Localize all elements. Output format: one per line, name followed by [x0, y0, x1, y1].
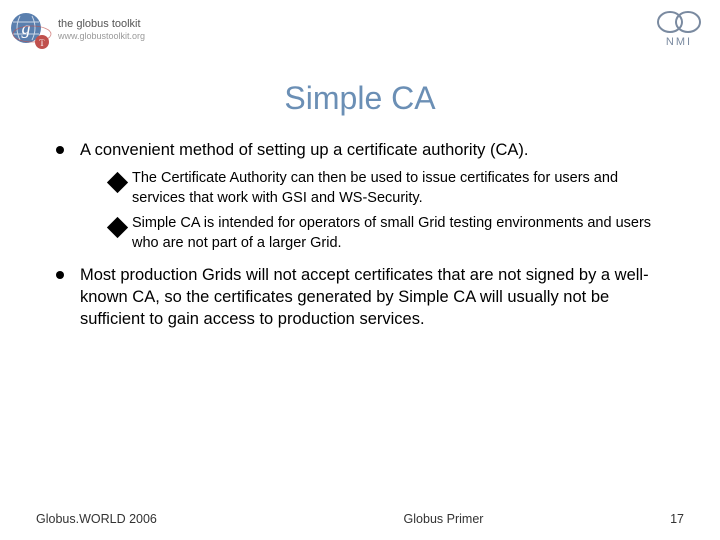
bullet-text: The Certificate Authority can then be us…: [132, 170, 618, 206]
bullet-text: Simple CA is intended for operators of s…: [132, 215, 651, 251]
sub-bullet-list: The Certificate Authority can then be us…: [80, 169, 670, 253]
slide-title: Simple CA: [0, 80, 720, 117]
bullet-text: A convenient method of setting up a cert…: [80, 141, 529, 159]
bullet-text: Most production Grids will not accept ce…: [80, 266, 649, 329]
globus-logo: g T the globus toolkit www.globustoolkit…: [8, 8, 145, 52]
list-item: A convenient method of setting up a cert…: [52, 139, 670, 254]
slide-header: g T the globus toolkit www.globustoolkit…: [0, 0, 720, 60]
list-item: The Certificate Authority can then be us…: [80, 169, 670, 208]
slide-body: A convenient method of setting up a cert…: [0, 139, 720, 330]
footer-left: Globus.WORLD 2006: [36, 512, 157, 526]
slide-footer: Globus.WORLD 2006 Globus Primer 17: [0, 512, 720, 526]
bullet-list: A convenient method of setting up a cert…: [52, 139, 670, 330]
globus-logo-text: the globus toolkit www.globustoolkit.org: [58, 19, 145, 41]
list-item: Simple CA is intended for operators of s…: [80, 214, 670, 253]
globus-logo-icon: g T: [8, 8, 52, 52]
nmi-logo-icon: [656, 10, 702, 34]
nmi-logo: NMI: [656, 10, 702, 48]
nmi-label: NMI: [666, 36, 692, 48]
footer-center: Globus Primer: [157, 512, 670, 526]
globus-url: www.globustoolkit.org: [58, 32, 145, 41]
globus-toolkit-label: the globus toolkit: [58, 19, 145, 30]
list-item: Most production Grids will not accept ce…: [52, 264, 670, 331]
svg-text:g: g: [22, 18, 31, 38]
footer-page-number: 17: [670, 512, 684, 526]
svg-text:T: T: [39, 38, 45, 48]
